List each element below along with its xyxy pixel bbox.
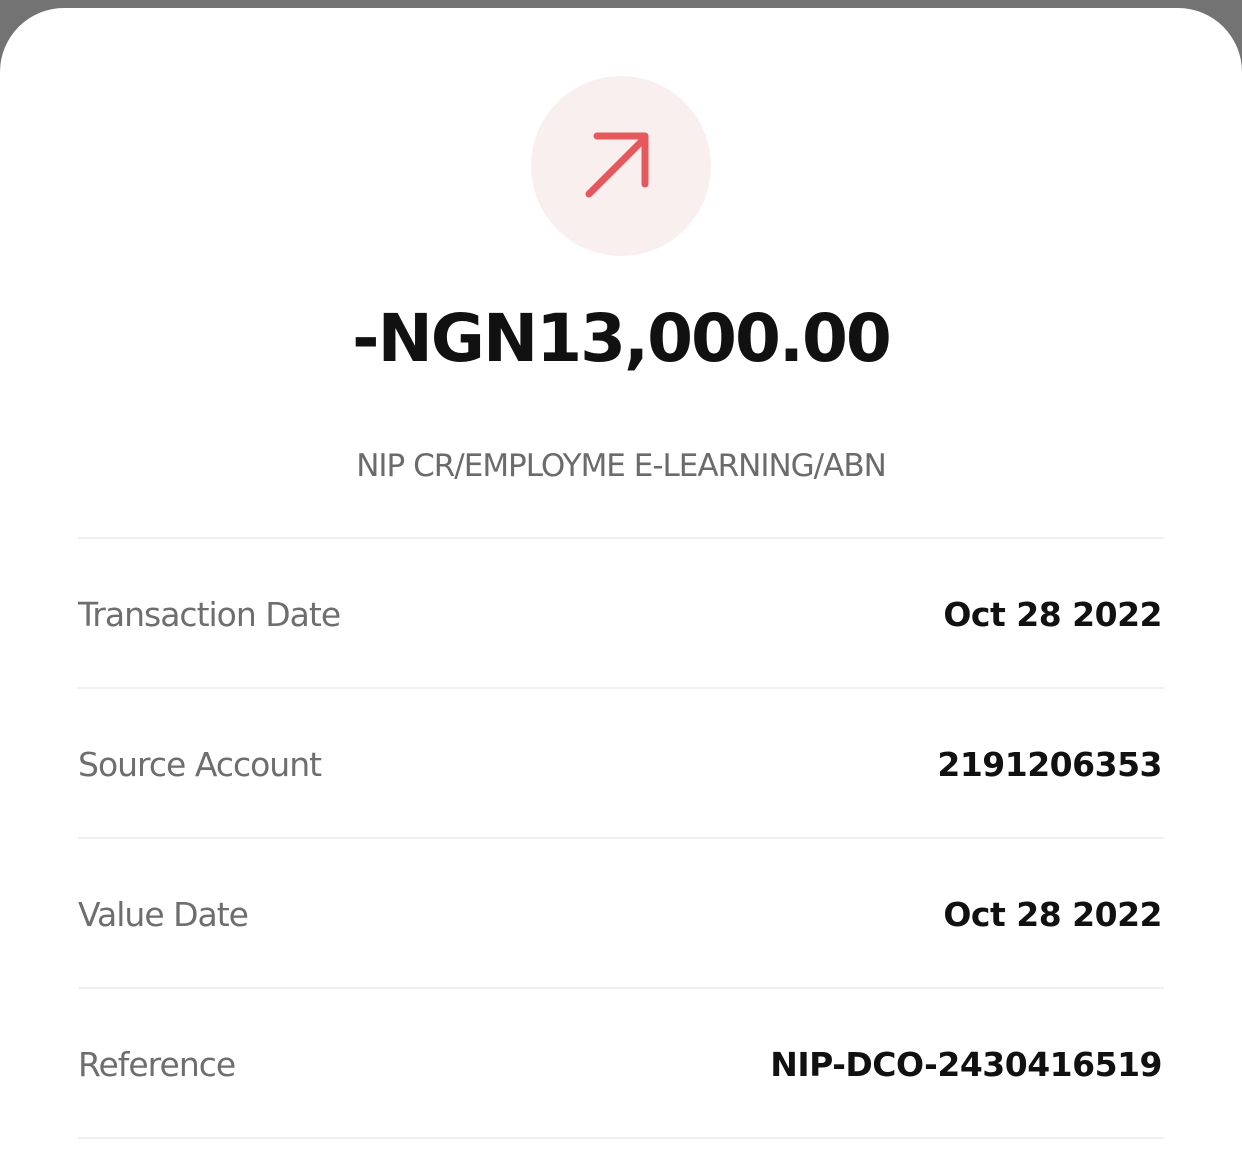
detail-row-transaction-date: Transaction Date Oct 28 2022 <box>78 584 1162 644</box>
detail-row-value-date: Value Date Oct 28 2022 <box>78 884 1162 944</box>
detail-value: Oct 28 2022 <box>943 594 1162 634</box>
divider <box>78 987 1164 989</box>
detail-label: Source Account <box>78 744 322 784</box>
detail-value: 2191206353 <box>937 744 1162 784</box>
detail-label: Value Date <box>78 894 249 934</box>
transaction-narration: NIP CR/EMPLOYME E-LEARNING/ABN <box>356 448 887 484</box>
detail-row-source-account: Source Account 2191206353 <box>78 734 1162 794</box>
detail-row-reference: Reference NIP-DCO-2430416519 <box>78 1034 1162 1094</box>
transaction-direction-badge <box>531 76 711 256</box>
detail-value: NIP-DCO-2430416519 <box>770 1044 1162 1084</box>
divider <box>78 837 1164 839</box>
divider <box>78 537 1164 539</box>
transaction-amount: -NGN13,000.00 <box>352 300 892 377</box>
transaction-detail-sheet: -NGN13,000.00 NIP CR/EMPLOYME E-LEARNING… <box>0 8 1242 1173</box>
arrow-up-right-icon <box>585 132 649 198</box>
detail-value: Oct 28 2022 <box>943 894 1162 934</box>
detail-label: Transaction Date <box>78 594 341 634</box>
detail-label: Reference <box>78 1044 236 1084</box>
divider <box>78 1137 1164 1139</box>
divider <box>78 687 1164 689</box>
